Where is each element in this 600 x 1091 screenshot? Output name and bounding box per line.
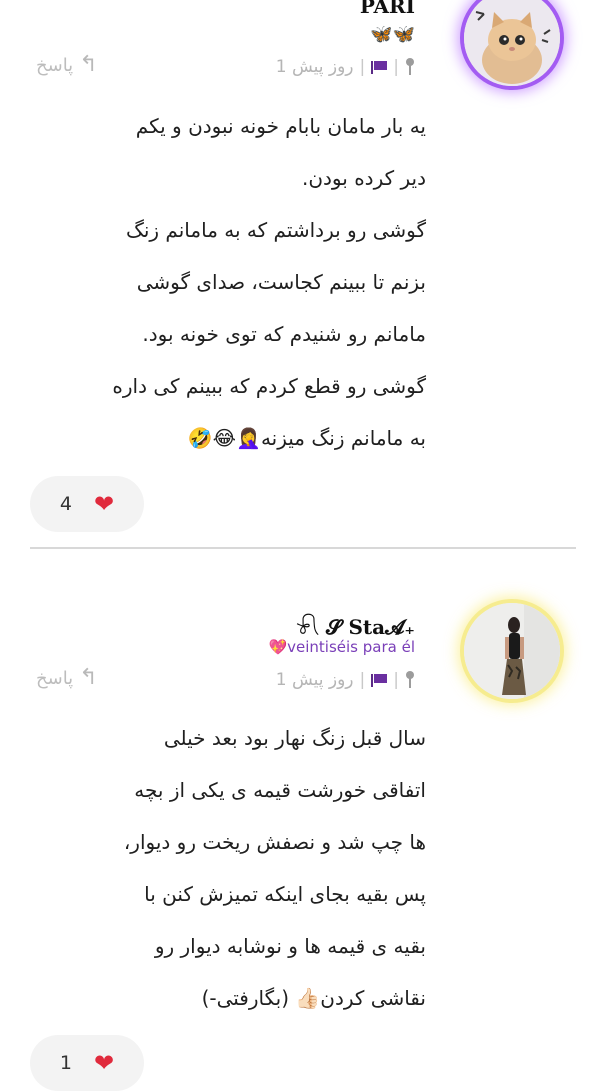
- meta-separator: |: [359, 670, 366, 690]
- flag-icon[interactable]: [371, 673, 388, 687]
- comment-line: گوشی رو قطع کردم که ببینم کی داره: [112, 374, 426, 398]
- heart-icon: ❤: [93, 490, 115, 518]
- comment-meta: 1 روز پیش | |: [276, 54, 415, 80]
- reply-arrow-icon: ↰: [79, 665, 98, 690]
- author-tagline: 💖veintiséis para él: [268, 638, 415, 656]
- meta-separator: |: [393, 57, 399, 77]
- comment-line: سال قبل زنگ نهار بود بعد خیلی: [163, 726, 426, 750]
- comment-text: سال قبل زنگ نهار بود بعد خیلی اتفاقی خور…: [46, 712, 426, 1024]
- comment-line: ها چپ شد و نصفش ریخت رو دیوار،: [123, 830, 426, 854]
- comment-line: اتفاقی خورشت قیمه ی یکی از بچه: [134, 778, 426, 802]
- like-count: 4: [59, 493, 72, 515]
- like-button[interactable]: 4 ❤: [30, 476, 144, 532]
- flag-icon[interactable]: [371, 60, 388, 74]
- reply-label: پاسخ: [36, 667, 74, 689]
- comment-line: مامانم رو شنیدم که توی خونه بود.: [142, 322, 426, 346]
- person-avatar-icon: [464, 603, 560, 699]
- meta-separator: |: [359, 57, 366, 77]
- kitten-avatar-icon: [464, 0, 560, 86]
- comment-line: گوشی رو برداشتم که به مامانم زنگ: [125, 218, 426, 242]
- reply-arrow-icon: ↰: [79, 52, 98, 77]
- comment-line: بزنم تا ببینم کجاست، صدای گوشی: [136, 270, 426, 294]
- user-avatar[interactable]: [464, 603, 560, 699]
- comment-line: یه بار مامان بابام خونه نبودن و یکم: [135, 114, 426, 138]
- meta-separator: |: [393, 670, 399, 690]
- user-avatar[interactable]: [464, 0, 560, 86]
- pin-icon[interactable]: [405, 58, 415, 76]
- comment-line: به مامانم زنگ میزنه🤦‍♀️😂🤣: [187, 426, 426, 450]
- timestamp: 1 روز پیش: [275, 670, 354, 690]
- author-name[interactable]: 𓍯 𝓢 𝐒𝐭𝐚𝓐₊: [296, 608, 415, 641]
- timestamp: 1 روز پیش: [275, 57, 354, 77]
- comment-text: یه بار مامان بابام خونه نبودن و یکم دیر …: [46, 100, 426, 464]
- comment-line: بقیه ی قیمه ها و نوشابه دیوار رو: [154, 934, 426, 958]
- author-decoration: 🦋🦋: [370, 24, 415, 45]
- comment-divider: [30, 547, 576, 549]
- reply-label: پاسخ: [36, 54, 74, 76]
- reply-button[interactable]: پاسخ ↰: [36, 667, 98, 689]
- heart-icon: ❤: [93, 1049, 115, 1077]
- comment-line: نقاشی کردن👍🏻 (بگارفتی-): [201, 986, 426, 1010]
- pin-icon[interactable]: [405, 671, 415, 689]
- like-button[interactable]: 1 ❤: [30, 1035, 144, 1091]
- comment-line: دیر کرده بودن.: [301, 166, 426, 190]
- comment-meta: 1 روز پیش | |: [276, 667, 415, 693]
- like-count: 1: [59, 1052, 72, 1074]
- comment-line: پس بقیه بجای اینکه تمیزش کنن با: [144, 882, 426, 906]
- reply-button[interactable]: پاسخ ↰: [36, 54, 98, 76]
- author-name[interactable]: PARI: [360, 0, 415, 18]
